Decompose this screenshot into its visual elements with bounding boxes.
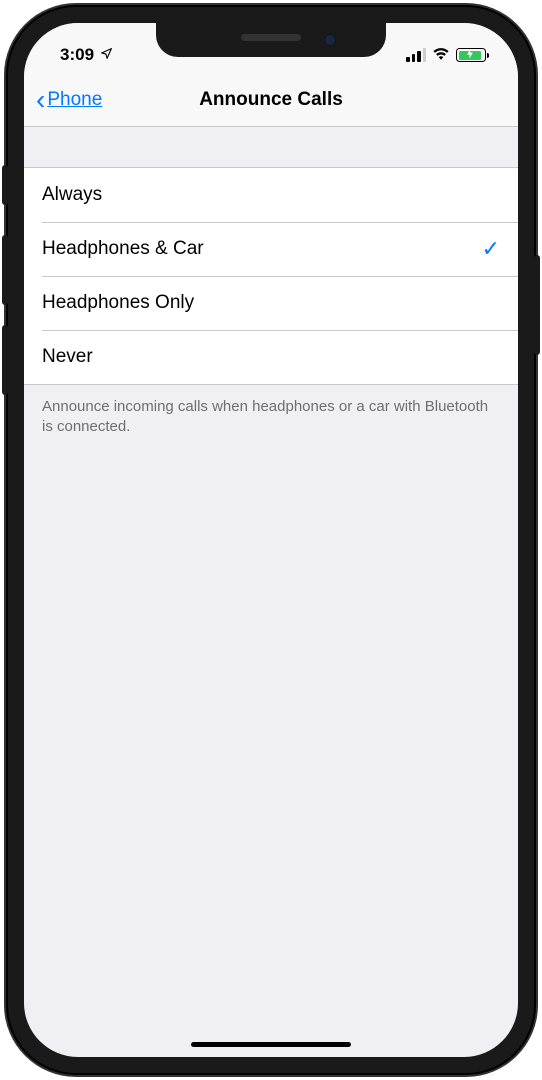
charging-icon — [466, 49, 473, 61]
checkmark-icon: ✓ — [482, 236, 500, 262]
status-left: 3:09 — [60, 45, 113, 65]
time-label: 3:09 — [60, 45, 94, 65]
back-label: Phone — [47, 89, 102, 111]
speaker — [241, 34, 301, 41]
volume-up-button — [2, 235, 8, 305]
battery-icon — [456, 48, 486, 62]
option-never[interactable]: Never — [24, 330, 518, 384]
announce-calls-options: Always Headphones & Car ✓ Headphones Onl… — [24, 167, 518, 385]
navigation-bar: ‹ Phone Announce Calls — [24, 73, 518, 127]
section-footer: Announce incoming calls when headphones … — [24, 385, 518, 450]
iphone-frame: 3:09 — [6, 5, 536, 1075]
section-spacer — [24, 127, 518, 167]
option-headphones-car[interactable]: Headphones & Car ✓ — [24, 222, 518, 276]
option-label: Headphones Only — [42, 292, 194, 314]
option-label: Never — [42, 346, 93, 368]
option-label: Always — [42, 184, 102, 206]
status-right — [406, 46, 486, 65]
option-always[interactable]: Always — [24, 168, 518, 222]
power-button — [534, 255, 540, 355]
chevron-left-icon: ‹ — [36, 86, 45, 114]
mute-switch — [2, 165, 8, 205]
location-icon — [100, 47, 113, 63]
cellular-signal-icon — [406, 48, 426, 62]
front-camera — [324, 34, 336, 46]
wifi-icon — [432, 46, 450, 65]
option-label: Headphones & Car — [42, 238, 204, 260]
option-headphones-only[interactable]: Headphones Only — [24, 276, 518, 330]
screen: 3:09 — [24, 23, 518, 1057]
notch — [156, 23, 386, 57]
page-title: Announce Calls — [199, 89, 343, 111]
home-indicator[interactable] — [191, 1042, 351, 1047]
volume-down-button — [2, 325, 8, 395]
back-button[interactable]: ‹ Phone — [36, 86, 102, 114]
